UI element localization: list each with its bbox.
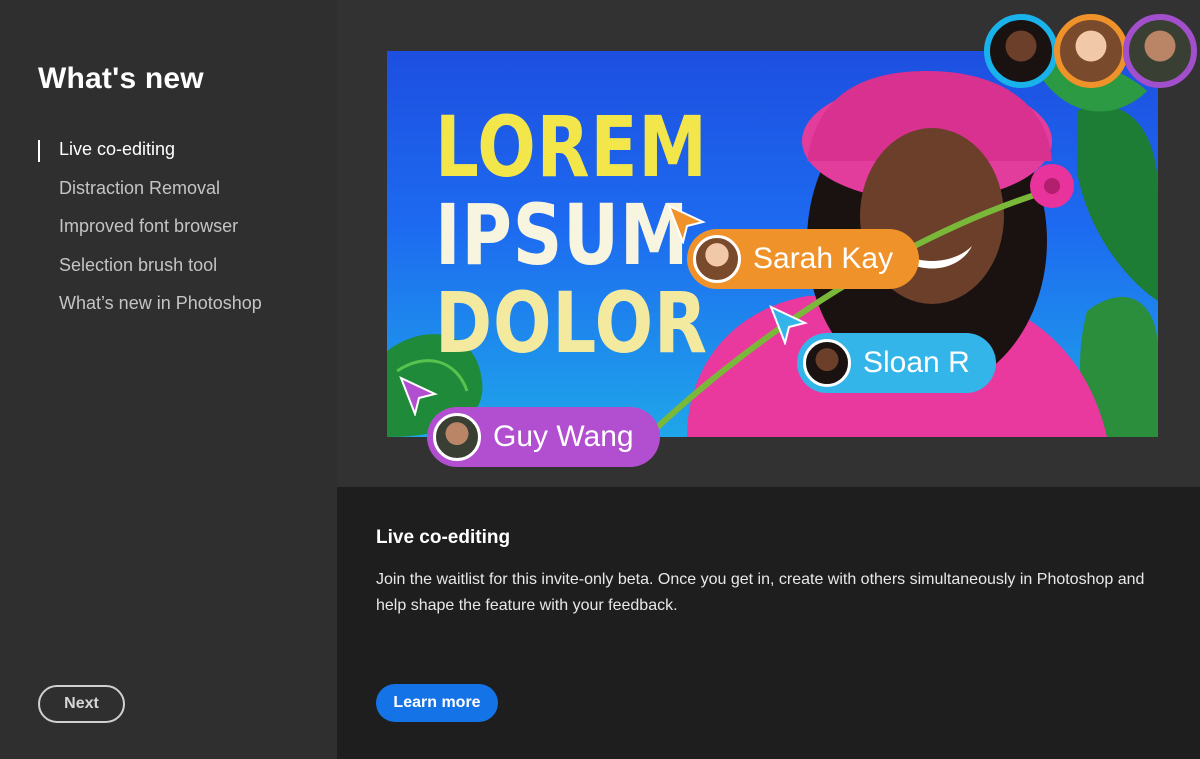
headline-line-1: LOREM (435, 98, 708, 196)
collaborator-avatar-2[interactable] (1054, 14, 1128, 88)
nav-item-live-co-editing[interactable]: Live co-editing (38, 135, 262, 174)
collaborator-tag-sloan: Sloan R (797, 333, 996, 393)
media-area: LOREM IPSUM DOLOR Sarah Kay Sloan R Guy … (337, 0, 1200, 487)
page-title: What's new (38, 62, 204, 95)
feature-nav: Live co-editing Distraction Removal Impr… (38, 135, 262, 328)
sidebar: What's new Live co-editing Distraction R… (0, 0, 337, 759)
nav-item-improved-font-browser[interactable]: Improved font browser (38, 212, 262, 251)
nav-item-selection-brush-tool[interactable]: Selection brush tool (38, 251, 262, 290)
nav-item-distraction-removal[interactable]: Distraction Removal (38, 174, 262, 213)
nav-item-whats-new-in-photoshop[interactable]: What’s new in Photoshop (38, 289, 262, 328)
avatar (433, 413, 481, 461)
feature-heading: Live co-editing (376, 527, 511, 548)
collaborator-avatar-3[interactable] (1123, 14, 1197, 88)
avatar (803, 339, 851, 387)
collaborator-name: Sarah Kay (753, 242, 894, 275)
cursor-blue-icon (769, 305, 808, 345)
collaborator-name: Guy Wang (493, 420, 634, 453)
next-button[interactable]: Next (38, 685, 125, 723)
collaborator-name: Sloan R (863, 346, 970, 379)
collaborator-tag-guy: Guy Wang (427, 407, 660, 467)
collaborator-tag-sarah: Sarah Kay (687, 229, 920, 289)
collaborator-avatar-1[interactable] (984, 14, 1058, 88)
learn-more-button[interactable]: Learn more (376, 684, 498, 722)
feature-description: Join the waitlist for this invite-only b… (376, 571, 1145, 614)
avatar (693, 235, 741, 283)
feature-description-panel: Live co-editing Join the waitlist for th… (337, 487, 1200, 759)
cursor-purple-icon (399, 376, 438, 416)
headline-line-3: DOLOR (435, 274, 708, 372)
